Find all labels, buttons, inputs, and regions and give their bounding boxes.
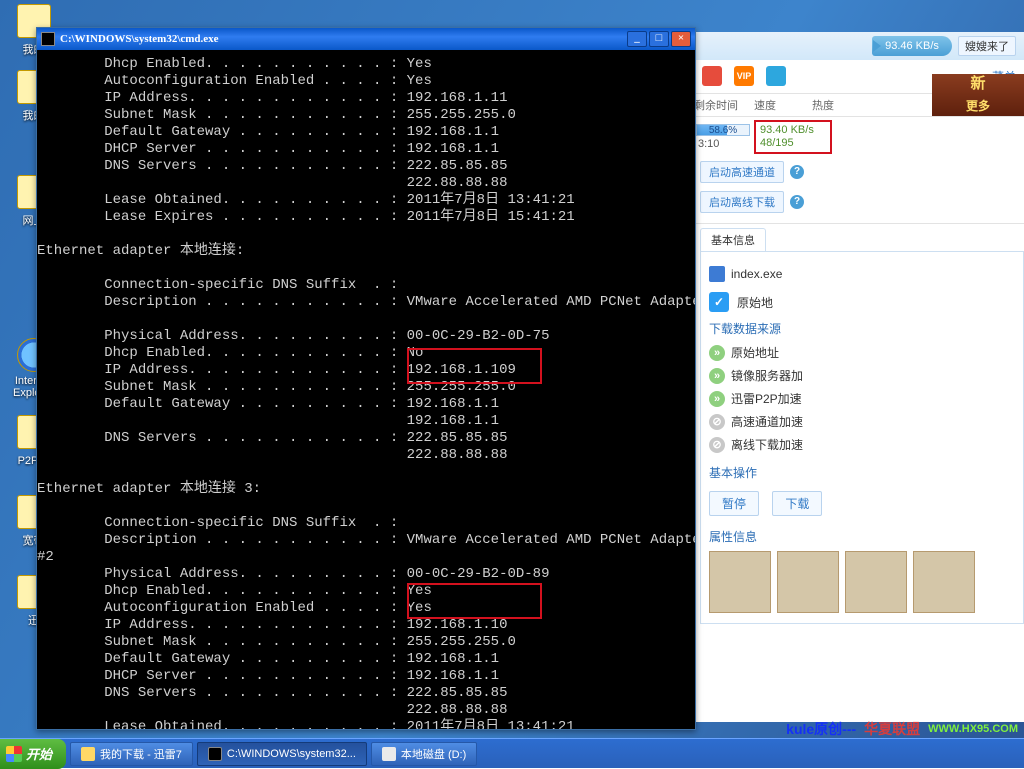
cmd-icon (41, 32, 55, 46)
cmd-title-text: C:\WINDOWS\system32\cmd.exe (60, 33, 219, 45)
src-offline: ⊘离线下载加速 (709, 433, 1015, 456)
cmd-output[interactable]: Dhcp Enabled. . . . . . . . . . . : Yes … (37, 50, 695, 729)
src-p2p: »迅雷P2P加速 (709, 387, 1015, 410)
avatar[interactable] (709, 551, 771, 613)
start-label: 开始 (26, 744, 52, 763)
download-speed: 93.40 KB/s (760, 124, 826, 137)
minimize-button[interactable]: _ (627, 31, 647, 47)
start-button[interactable]: 开始 (0, 739, 66, 769)
help-icon[interactable]: ? (790, 195, 804, 209)
watermark-hx: 华夏联盟 (864, 720, 920, 738)
task-label: 本地磁盘 (D:) (401, 746, 466, 762)
pause-button[interactable]: 暂停 (709, 491, 759, 516)
close-button[interactable]: × (671, 31, 691, 47)
sources-title: 下载数据来源 (709, 320, 1015, 337)
tab-basic-info[interactable]: 基本信息 (700, 228, 766, 251)
cmd-titlebar[interactable]: C:\WINDOWS\system32\cmd.exe _ □ × (37, 28, 695, 50)
toolbar-chaoqing-button[interactable] (766, 66, 786, 87)
ad-corner[interactable]: 新 更多 (932, 74, 1024, 116)
col-hot: 热度 (812, 94, 852, 116)
launch-offline-button[interactable]: 启动离线下载 (700, 191, 784, 213)
watermark-kule: kule原创--- (786, 720, 856, 738)
avatar[interactable] (777, 551, 839, 613)
taskbar-task-button[interactable]: 本地磁盘 (D:) (371, 742, 477, 766)
help-icon[interactable]: ? (790, 165, 804, 179)
cmd-icon (208, 747, 222, 761)
taskbar-task-button[interactable]: C:\WINDOWS\system32... (197, 742, 367, 766)
launch-highspeed-button[interactable]: 启动高速通道 (700, 161, 784, 183)
task-label: C:\WINDOWS\system32... (227, 748, 356, 760)
toolbar-vip-button[interactable] (734, 66, 754, 87)
global-speed-badge: 93.46 KB/s (872, 36, 952, 56)
taskbar: 开始 我的下载 - 迅雷7 C:\WINDOWS\system32... 本地磁盘 … (0, 738, 1024, 768)
avatar[interactable] (913, 551, 975, 613)
download-row[interactable]: 58.6% 3:10 93.40 KB/s 48/195 (694, 117, 1024, 157)
speed-highlight-box: 93.40 KB/s 48/195 (754, 120, 832, 154)
ops-title: 基本操作 (709, 464, 1015, 481)
attr-title: 属性信息 (709, 528, 1015, 545)
col-speed: 速度 (754, 94, 812, 116)
side-panel: 基本信息 index.exe ✓ 原始地 下载数据来源 »原始地址 »镜像服务器… (694, 223, 1024, 624)
global-speed-value: 93.46 KB/s (885, 40, 939, 52)
src-mirror: »镜像服务器加 (709, 364, 1015, 387)
windows-flag-icon (6, 746, 22, 762)
avatar-strip (709, 551, 1015, 613)
watermark-url: WWW.HX95.COM (928, 720, 1018, 738)
cmd-window: C:\WINDOWS\system32\cmd.exe _ □ × Dhcp E… (36, 27, 696, 730)
src-highspeed: ⊘高速通道加速 (709, 410, 1015, 433)
maximize-button[interactable]: □ (649, 31, 669, 47)
src-original: »原始地址 (709, 341, 1015, 364)
original-label: 原始地 (737, 294, 773, 311)
time-remaining: 3:10 (696, 138, 750, 150)
avatar[interactable] (845, 551, 907, 613)
desktop-background: 我的我的网上Internet ExplorerP2P终宽带迅 C:\WINDOW… (0, 0, 1024, 768)
notification-button[interactable]: 嫂嫂来了 (958, 36, 1016, 56)
file-name: index.exe (731, 267, 782, 281)
toolbar-safe-button[interactable] (702, 66, 722, 87)
download-sources-count: 48/195 (760, 137, 826, 150)
dl-header: 93.46 KB/s 嫂嫂来了 (694, 32, 1024, 60)
col-remaining: 剩余时间 (694, 94, 754, 116)
watermark: kule原创--- 华夏联盟 WWW.HX95.COM (780, 720, 1024, 738)
progress-percent: 58.6% (697, 125, 749, 135)
taskbar-task-button[interactable]: 我的下载 - 迅雷7 (70, 742, 193, 766)
download-button[interactable]: 下载 (772, 491, 822, 516)
folder-icon (81, 747, 95, 761)
task-label: 我的下载 - 迅雷7 (100, 746, 182, 762)
progress-bar: 58.6% (696, 124, 750, 136)
download-manager-window: 93.46 KB/s 嫂嫂来了 新 更多 菜单 剩余时间 速度 热度 (693, 32, 1024, 722)
check-icon: ✓ (709, 292, 729, 312)
disk-icon (382, 747, 396, 761)
file-type-icon (709, 266, 725, 282)
